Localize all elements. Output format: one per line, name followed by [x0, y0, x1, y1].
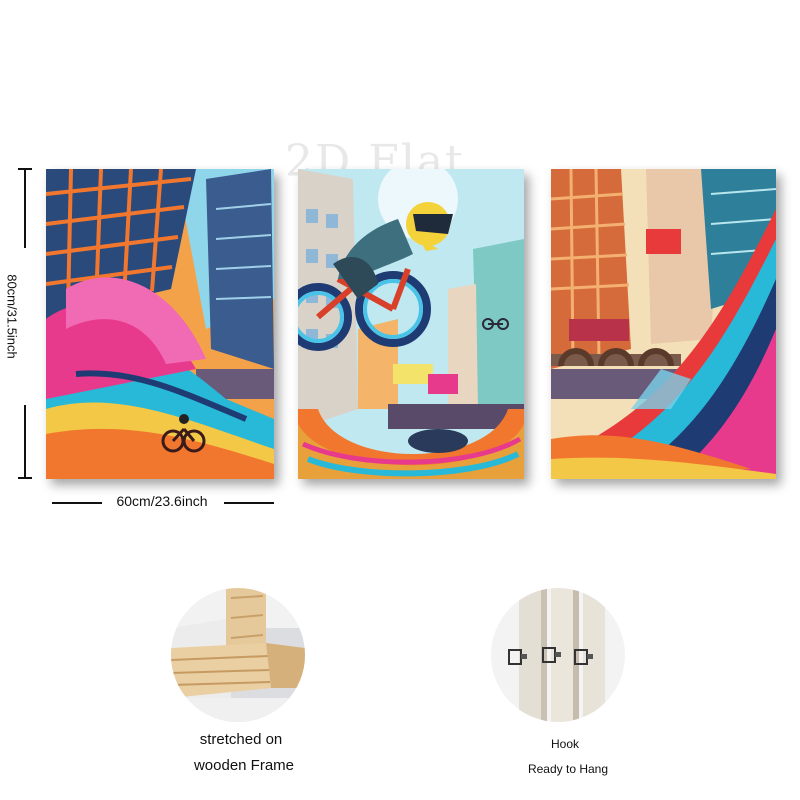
height-dimension-text: 80cm/31.5inch [4, 274, 20, 359]
wooden-frame-icon [171, 588, 305, 722]
height-dimension-line-top [24, 168, 26, 248]
frame-detail-photo [171, 588, 305, 722]
hook-caption-line1: Hook [550, 737, 579, 751]
canvas-panel-right [551, 169, 776, 479]
hook-detail-photo [491, 588, 625, 722]
canvas-panel-left [46, 169, 274, 479]
frame-caption-line1: stretched on [199, 731, 283, 748]
canvas-panel-center [298, 169, 524, 479]
panel-center-artwork [298, 169, 524, 479]
width-dimension-text: 60cm/23.6inch [116, 493, 208, 509]
width-dimension-line-left [52, 502, 102, 504]
hook-icon [491, 588, 625, 722]
height-dimension-line-bottom [24, 405, 26, 479]
width-dimension-line-right [224, 502, 274, 504]
panel-left-artwork [46, 169, 274, 479]
panel-right-artwork [551, 169, 776, 479]
height-dimension-bottom-tick [18, 477, 32, 479]
frame-caption-line2: wooden Frame [193, 757, 295, 774]
hook-caption-line2: Ready to Hang [527, 762, 609, 776]
